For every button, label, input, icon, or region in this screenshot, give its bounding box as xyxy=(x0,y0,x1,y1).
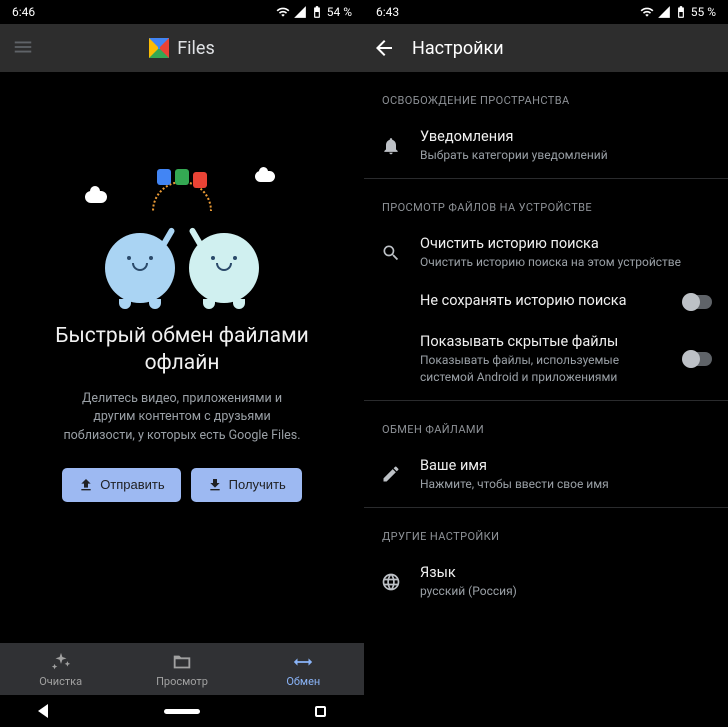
bell-icon xyxy=(381,136,401,156)
character-blue xyxy=(105,233,175,303)
character-teal xyxy=(189,233,259,303)
no-save-history-toggle[interactable] xyxy=(684,295,712,309)
tab-browse[interactable]: Просмотр xyxy=(121,643,242,695)
files-logo-icon xyxy=(149,38,169,58)
share-subtext: Делитесь видео, приложениями и другим ко… xyxy=(62,390,302,446)
share-illustration xyxy=(77,163,287,313)
image-icon xyxy=(175,169,189,185)
section-space-header: ОСВОБОЖДЕНИЕ ПРОСТРАНСТВА xyxy=(364,76,728,117)
globe-icon xyxy=(381,572,401,592)
language-sub: русский (Россия) xyxy=(420,583,712,599)
settings-appbar: Настройки xyxy=(364,24,728,72)
nav-home-icon[interactable] xyxy=(164,709,200,714)
tab-share-label: Обмен xyxy=(286,675,320,688)
status-time: 6:46 xyxy=(12,5,35,19)
pencil-icon xyxy=(381,464,401,484)
wifi-icon xyxy=(640,5,654,19)
row-language[interactable]: Язык русский (Россия) xyxy=(364,553,728,610)
receive-button[interactable]: Получить xyxy=(191,468,302,502)
sparkle-icon xyxy=(50,651,72,673)
row-your-name[interactable]: Ваше имя Нажмите, чтобы ввести свое имя xyxy=(364,446,728,503)
divider xyxy=(364,178,728,179)
status-time: 6:43 xyxy=(376,5,399,19)
row-no-save-history[interactable]: Не сохранять историю поиска xyxy=(364,281,728,322)
your-name-title: Ваше имя xyxy=(420,457,712,474)
clear-history-sub: Очистить историю поиска на этом устройст… xyxy=(420,254,712,270)
system-nav xyxy=(0,695,364,727)
menu-icon[interactable] xyxy=(12,36,34,58)
settings-screen: 6:43 55 % Настройки ОСВОБОЖДЕНИЕ ПРОСТРА… xyxy=(364,0,728,727)
receive-label: Получить xyxy=(229,477,286,492)
status-bar: 6:46 54 % xyxy=(0,0,364,24)
divider xyxy=(364,507,728,508)
no-save-history-title: Не сохранять историю поиска xyxy=(420,292,660,309)
settings-title: Настройки xyxy=(412,38,504,59)
share-screen: 6:46 54 % Files xyxy=(0,0,364,727)
row-clear-history[interactable]: Очистить историю поиска Очистить историю… xyxy=(364,224,728,281)
tab-clean-label: Очистка xyxy=(39,675,82,688)
nav-recents-icon[interactable] xyxy=(315,706,326,717)
search-icon xyxy=(381,243,401,263)
share-headline: Быстрый обмен файлами офлайн xyxy=(30,323,334,378)
settings-list: ОСВОБОЖДЕНИЕ ПРОСТРАНСТВА Уведомления Вы… xyxy=(364,72,728,727)
divider xyxy=(364,400,728,401)
battery-percentage: 55 % xyxy=(691,5,716,19)
apk-icon xyxy=(193,172,207,188)
section-other-header: ДРУГИЕ НАСТРОЙКИ xyxy=(364,512,728,553)
your-name-sub: Нажмите, чтобы ввести свое имя xyxy=(420,476,712,492)
notifications-sub: Выбрать категории уведомлений xyxy=(420,147,712,163)
send-button[interactable]: Отправить xyxy=(62,468,180,502)
cloud-icon xyxy=(85,191,107,203)
wifi-icon xyxy=(276,5,290,19)
swap-icon xyxy=(292,651,314,673)
app-title: Files xyxy=(177,38,215,59)
language-title: Язык xyxy=(420,564,712,581)
battery-icon xyxy=(674,5,688,19)
notifications-title: Уведомления xyxy=(420,128,712,145)
row-notifications[interactable]: Уведомления Выбрать категории уведомлени… xyxy=(364,117,728,174)
section-browse-header: ПРОСМОТР ФАЙЛОВ НА УСТРОЙСТВЕ xyxy=(364,183,728,224)
back-icon[interactable] xyxy=(372,36,396,60)
show-hidden-toggle[interactable] xyxy=(684,352,712,366)
show-hidden-sub: Показывать файлы, используемые системой … xyxy=(420,352,660,384)
doc-icon xyxy=(157,169,171,185)
show-hidden-title: Показывать скрытые файлы xyxy=(420,333,660,350)
tab-browse-label: Просмотр xyxy=(156,675,208,688)
download-icon xyxy=(207,477,223,493)
status-bar: 6:43 55 % xyxy=(364,0,728,24)
tab-clean[interactable]: Очистка xyxy=(0,643,121,695)
battery-icon xyxy=(310,5,324,19)
cloud-icon xyxy=(255,171,275,182)
battery-percentage: 54 % xyxy=(327,5,352,19)
signal-icon xyxy=(657,5,671,19)
nav-back-icon[interactable] xyxy=(38,704,48,718)
clear-history-title: Очистить историю поиска xyxy=(420,235,712,252)
section-share-header: ОБМЕН ФАЙЛАМИ xyxy=(364,405,728,446)
tab-share[interactable]: Обмен xyxy=(243,643,364,695)
share-body: Быстрый обмен файлами офлайн Делитесь ви… xyxy=(0,72,364,643)
folder-icon xyxy=(171,651,193,673)
app-bar: Files xyxy=(0,24,364,72)
signal-icon xyxy=(293,5,307,19)
bottom-tabs: Очистка Просмотр Обмен xyxy=(0,643,364,695)
row-show-hidden[interactable]: Показывать скрытые файлы Показывать файл… xyxy=(364,322,728,395)
send-label: Отправить xyxy=(100,477,164,492)
upload-icon xyxy=(78,477,94,493)
